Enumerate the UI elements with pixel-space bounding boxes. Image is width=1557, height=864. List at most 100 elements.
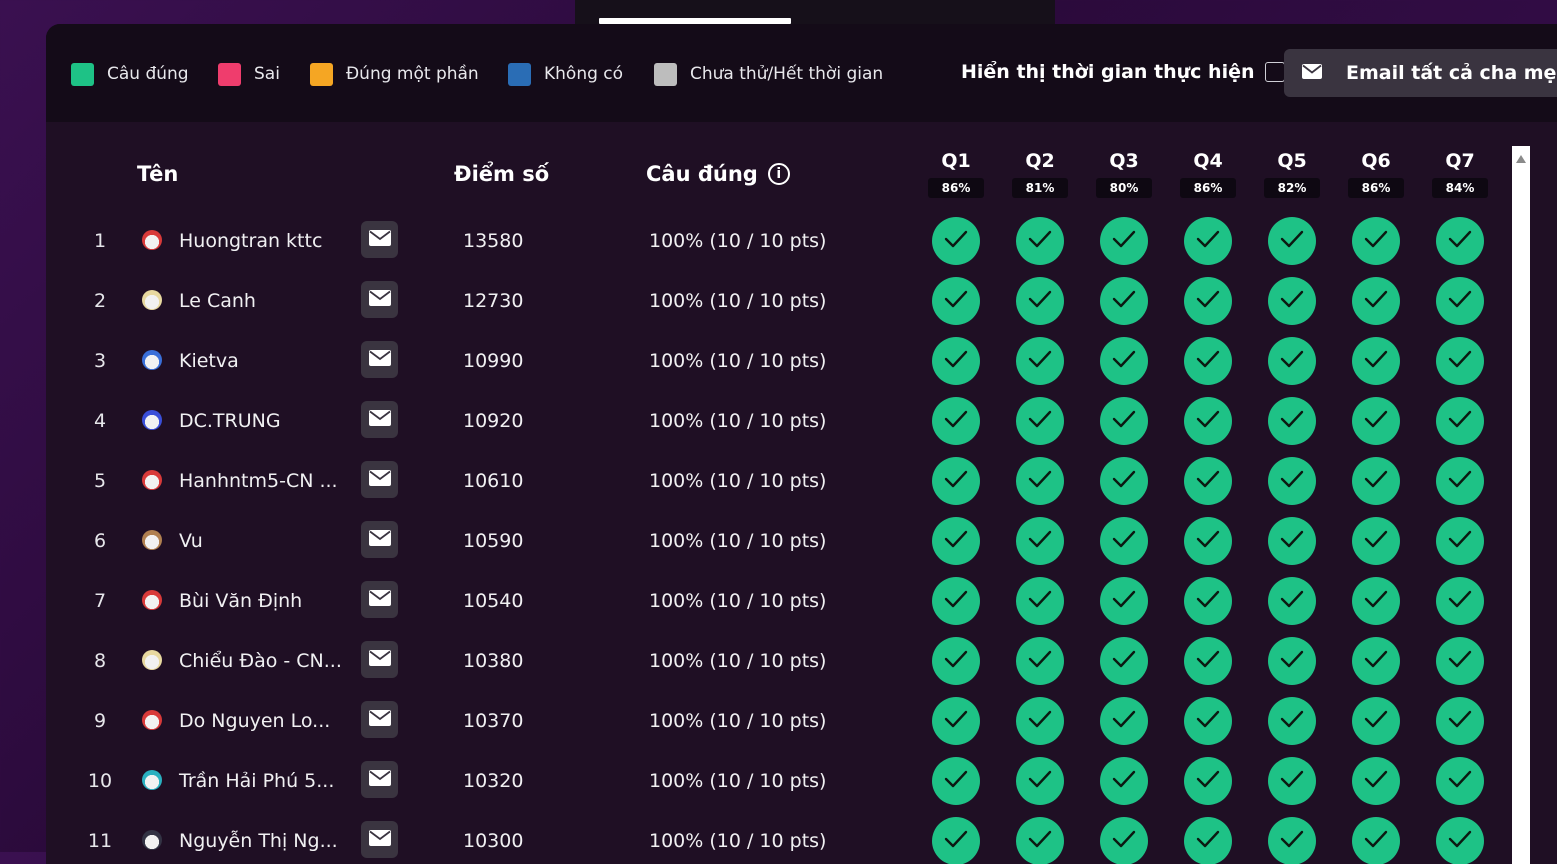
student-name[interactable]: Bùi Văn Định <box>179 590 302 612</box>
answer-correct-q7[interactable] <box>1436 457 1484 505</box>
answer-correct-q3[interactable] <box>1100 277 1148 325</box>
question-header-q4[interactable]: Q4 86% <box>1180 150 1236 198</box>
answer-correct-q6[interactable] <box>1352 637 1400 685</box>
answer-correct-q7[interactable] <box>1436 277 1484 325</box>
question-header-q3[interactable]: Q3 80% <box>1096 150 1152 198</box>
answer-correct-q3[interactable] <box>1100 817 1148 864</box>
answer-correct-q5[interactable] <box>1268 577 1316 625</box>
show-time-toggle[interactable]: Hiển thị thời gian thực hiện <box>961 61 1285 83</box>
info-icon[interactable]: i <box>767 163 790 185</box>
student-name[interactable]: Le Canh <box>179 290 256 312</box>
answer-correct-q7[interactable] <box>1436 397 1484 445</box>
answer-correct-q2[interactable] <box>1016 277 1064 325</box>
answer-correct-q7[interactable] <box>1436 517 1484 565</box>
answer-correct-q7[interactable] <box>1436 337 1484 385</box>
email-parent-button[interactable] <box>361 761 398 798</box>
answer-correct-q3[interactable] <box>1100 217 1148 265</box>
answer-correct-q6[interactable] <box>1352 277 1400 325</box>
answer-correct-q1[interactable] <box>932 277 980 325</box>
answer-correct-q5[interactable] <box>1268 457 1316 505</box>
answer-correct-q1[interactable] <box>932 817 980 864</box>
student-name[interactable]: Trần Hải Phú 5... <box>179 770 334 792</box>
student-name[interactable]: Vu <box>179 530 203 552</box>
email-parent-button[interactable] <box>361 581 398 618</box>
email-parent-button[interactable] <box>361 221 398 258</box>
email-parent-button[interactable] <box>361 821 398 858</box>
table-row[interactable]: 1 Huongtran kttc 13580 100% (10 / 10 pts) <box>46 210 1557 270</box>
answer-correct-q7[interactable] <box>1436 577 1484 625</box>
answer-correct-q3[interactable] <box>1100 517 1148 565</box>
answer-correct-q5[interactable] <box>1268 217 1316 265</box>
answer-correct-q2[interactable] <box>1016 337 1064 385</box>
answer-correct-q2[interactable] <box>1016 397 1064 445</box>
answer-correct-q2[interactable] <box>1016 217 1064 265</box>
answer-correct-q3[interactable] <box>1100 397 1148 445</box>
email-parent-button[interactable] <box>361 341 398 378</box>
answer-correct-q5[interactable] <box>1268 757 1316 805</box>
answer-correct-q3[interactable] <box>1100 577 1148 625</box>
email-all-parents-button[interactable]: Email tất cả cha mẹ <box>1284 49 1557 97</box>
table-row[interactable]: 2 Le Canh 12730 100% (10 / 10 pts) <box>46 270 1557 330</box>
answer-correct-q5[interactable] <box>1268 817 1316 864</box>
answer-correct-q6[interactable] <box>1352 397 1400 445</box>
answer-correct-q4[interactable] <box>1184 397 1232 445</box>
question-header-q7[interactable]: Q7 84% <box>1432 150 1488 198</box>
answer-correct-q6[interactable] <box>1352 817 1400 864</box>
answer-correct-q2[interactable] <box>1016 637 1064 685</box>
answer-correct-q6[interactable] <box>1352 517 1400 565</box>
answer-correct-q1[interactable] <box>932 757 980 805</box>
email-parent-button[interactable] <box>361 701 398 738</box>
table-row[interactable]: 5 Hanhntm5-CN ... 10610 100% (10 / 10 pts) <box>46 450 1557 510</box>
vertical-scrollbar[interactable] <box>1512 146 1530 864</box>
answer-correct-q1[interactable] <box>932 517 980 565</box>
answer-correct-q4[interactable] <box>1184 697 1232 745</box>
email-parent-button[interactable] <box>361 641 398 678</box>
scroll-up-arrow-icon[interactable] <box>1516 155 1526 163</box>
email-parent-button[interactable] <box>361 401 398 438</box>
student-name[interactable]: DC.TRUNG <box>179 410 281 432</box>
answer-correct-q4[interactable] <box>1184 757 1232 805</box>
answer-correct-q2[interactable] <box>1016 697 1064 745</box>
answer-correct-q3[interactable] <box>1100 337 1148 385</box>
answer-correct-q4[interactable] <box>1184 637 1232 685</box>
answer-correct-q4[interactable] <box>1184 337 1232 385</box>
answer-correct-q1[interactable] <box>932 697 980 745</box>
student-name[interactable]: Do Nguyen Lo... <box>179 710 330 732</box>
answer-correct-q6[interactable] <box>1352 577 1400 625</box>
answer-correct-q7[interactable] <box>1436 757 1484 805</box>
answer-correct-q1[interactable] <box>932 397 980 445</box>
answer-correct-q5[interactable] <box>1268 397 1316 445</box>
answer-correct-q6[interactable] <box>1352 757 1400 805</box>
table-row[interactable]: 4 DC.TRUNG 10920 100% (10 / 10 pts) <box>46 390 1557 450</box>
email-parent-button[interactable] <box>361 281 398 318</box>
student-name[interactable]: Hanhntm5-CN ... <box>179 470 338 492</box>
answer-correct-q2[interactable] <box>1016 577 1064 625</box>
answer-correct-q1[interactable] <box>932 577 980 625</box>
answer-correct-q6[interactable] <box>1352 697 1400 745</box>
answer-correct-q4[interactable] <box>1184 277 1232 325</box>
student-name[interactable]: Huongtran kttc <box>179 230 322 252</box>
answer-correct-q6[interactable] <box>1352 217 1400 265</box>
email-parent-button[interactable] <box>361 521 398 558</box>
email-parent-button[interactable] <box>361 461 398 498</box>
column-header-correct[interactable]: Câu đúng i <box>646 162 790 186</box>
question-header-q6[interactable]: Q6 86% <box>1348 150 1404 198</box>
answer-correct-q5[interactable] <box>1268 637 1316 685</box>
table-row[interactable]: 11 Nguyễn Thị Ng... 10300 100% (10 / 10 pts… <box>46 810 1557 864</box>
answer-correct-q1[interactable] <box>932 457 980 505</box>
answer-correct-q7[interactable] <box>1436 817 1484 864</box>
answer-correct-q4[interactable] <box>1184 457 1232 505</box>
answer-correct-q1[interactable] <box>932 637 980 685</box>
table-row[interactable]: 8 Chiểu Đào - CN... 10380 100% (10 / 10 pts… <box>46 630 1557 690</box>
answer-correct-q2[interactable] <box>1016 817 1064 864</box>
answer-correct-q6[interactable] <box>1352 457 1400 505</box>
student-name[interactable]: Kietva <box>179 350 239 372</box>
answer-correct-q1[interactable] <box>932 337 980 385</box>
answer-correct-q4[interactable] <box>1184 817 1232 864</box>
answer-correct-q1[interactable] <box>932 217 980 265</box>
answer-correct-q5[interactable] <box>1268 277 1316 325</box>
answer-correct-q7[interactable] <box>1436 217 1484 265</box>
student-name[interactable]: Nguyễn Thị Ng... <box>179 830 338 852</box>
answer-correct-q2[interactable] <box>1016 757 1064 805</box>
table-row[interactable]: 6 Vu 10590 100% (10 / 10 pts) <box>46 510 1557 570</box>
